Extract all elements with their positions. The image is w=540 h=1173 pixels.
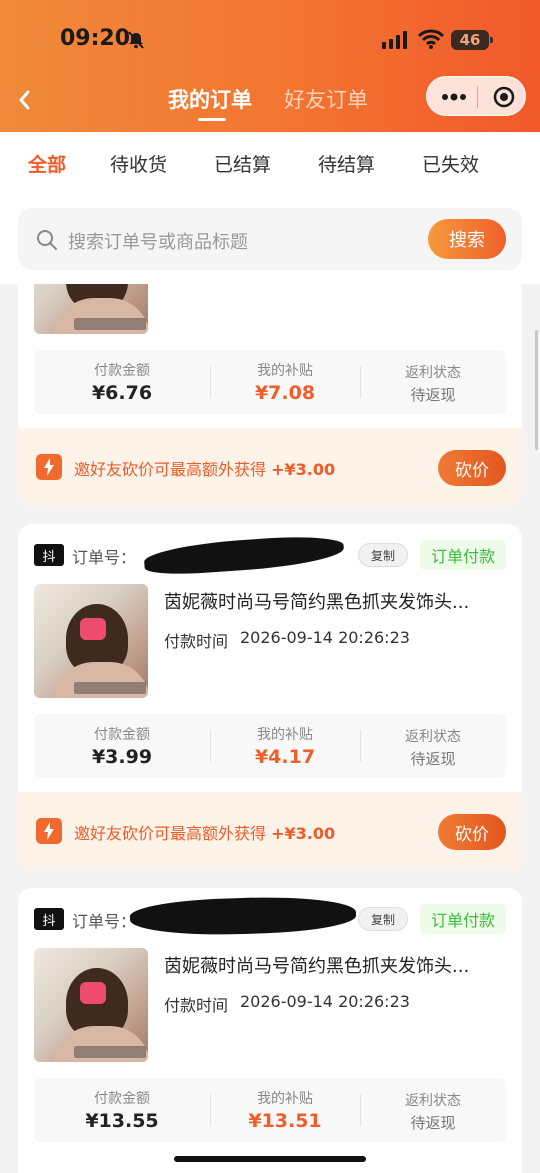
order-card: 抖 订单号： 复制 订单付款 茵妮薇时尚马号简约黑色抓夹发饰头... 付款时间 … — [18, 524, 522, 870]
order-card: 付款金额 ¥6.76 我的补贴 ¥7.08 返利状态 待返现 邀好友砍价可最高额… — [18, 284, 522, 506]
subsidy-label: 我的补贴 — [257, 1091, 313, 1107]
redacted-order-number — [129, 894, 357, 938]
pay-amount-value: ¥13.55 — [85, 1110, 159, 1132]
status-badge: 订单付款 — [420, 904, 506, 934]
order-number-label: 订单号： — [72, 548, 137, 567]
lightning-icon — [36, 818, 62, 844]
rebate-status-label: 返利状态 — [405, 365, 461, 381]
pay-amount-value: ¥3.99 — [91, 746, 153, 768]
subsidy-label: 我的补贴 — [257, 727, 313, 743]
filter-tab-pending-settlement[interactable]: 待结算 — [318, 150, 375, 177]
promo-banner: 邀好友砍价可最高额外获得 +¥3.00 砍价 — [18, 792, 522, 870]
pay-time-value: 2026-09-14 20:26:23 — [240, 628, 410, 647]
copy-button[interactable]: 复制 — [358, 543, 408, 567]
home-indicator[interactable] — [174, 1156, 366, 1162]
pay-amount-label: 付款金额 — [94, 727, 150, 743]
pay-time-label: 付款时间 — [164, 632, 229, 651]
search-bar: 搜索订单号或商品标题 搜索 — [18, 208, 522, 270]
wifi-icon — [418, 29, 444, 49]
subsidy-label: 我的补贴 — [257, 363, 313, 379]
filter-tab-all[interactable]: 全部 — [28, 150, 66, 177]
filter-tab-pending-receipt[interactable]: 待收货 — [110, 150, 167, 177]
bargain-button[interactable]: 砍价 — [438, 814, 506, 850]
promo-text: 邀好友砍价可最高额外获得 +¥3.00 — [74, 824, 336, 843]
promo-banner: 邀好友砍价可最高额外获得 +¥3.00 砍价 — [18, 428, 522, 506]
tab-my-orders[interactable]: 我的订单 — [168, 84, 252, 114]
product-image[interactable] — [34, 948, 148, 1062]
product-title[interactable]: 茵妮薇时尚马号简约黑色抓夹发饰头... — [164, 588, 494, 614]
status-badge: 订单付款 — [420, 540, 506, 570]
order-stats: 付款金额 ¥13.55 我的补贴 ¥13.51 返利状态 待返现 — [34, 1078, 506, 1142]
status-time: 09:20 — [60, 26, 131, 51]
mini-program-capsule — [426, 76, 526, 116]
order-header: 抖 订单号： 复制 订单付款 — [34, 894, 508, 938]
top-bar: 09:20 46 我的订单 好友订单 — [0, 0, 540, 132]
subsidy-value: ¥4.17 — [254, 746, 316, 768]
capsule-divider — [477, 86, 478, 108]
filter-tab-settled[interactable]: 已结算 — [214, 150, 271, 177]
pay-amount-label: 付款金额 — [94, 363, 150, 379]
tab-friend-orders[interactable]: 好友订单 — [284, 84, 368, 114]
redacted-order-number — [143, 533, 345, 577]
pay-amount-value: ¥6.76 — [91, 382, 153, 404]
subsidy-value: ¥7.08 — [254, 382, 316, 404]
order-stats: 付款金额 ¥6.76 我的补贴 ¥7.08 返利状态 待返现 — [34, 350, 506, 414]
subsidy-value: ¥13.51 — [248, 1110, 322, 1132]
active-tab-underline — [198, 118, 226, 121]
promo-text: 邀好友砍价可最高额外获得 +¥3.00 — [74, 460, 336, 479]
scrollbar[interactable] — [535, 330, 538, 450]
search-input[interactable]: 搜索订单号或商品标题 — [68, 228, 248, 254]
order-header: 抖 订单号： 复制 订单付款 — [34, 533, 508, 577]
order-stats: 付款金额 ¥3.99 我的补贴 ¥4.17 返利状态 待返现 — [34, 714, 506, 778]
order-card: 抖 订单号： 复制 订单付款 茵妮薇时尚马号简约黑色抓夹发饰头... 付款时间 … — [18, 888, 522, 1173]
rebate-status-label: 返利状态 — [405, 729, 461, 745]
douyin-platform-badge: 抖 — [34, 544, 64, 566]
order-number-label: 订单号： — [72, 912, 137, 931]
back-chevron-icon[interactable] — [16, 88, 34, 112]
close-target-icon[interactable] — [493, 86, 515, 108]
rebate-status-value: 待返现 — [410, 1114, 456, 1132]
more-dots-icon[interactable] — [441, 93, 467, 101]
filter-tab-expired[interactable]: 已失效 — [422, 150, 479, 177]
lightning-icon — [36, 454, 62, 480]
product-title[interactable]: 茵妮薇时尚马号简约黑色抓夹发饰头... — [164, 952, 494, 978]
cellular-signal-icon — [382, 31, 407, 49]
bell-muted-icon — [128, 31, 144, 49]
copy-button[interactable]: 复制 — [358, 907, 408, 931]
pay-amount-label: 付款金额 — [94, 1091, 150, 1107]
search-icon — [37, 230, 57, 250]
bargain-button[interactable]: 砍价 — [438, 450, 506, 486]
battery-indicator: 46 — [451, 30, 493, 50]
search-button[interactable]: 搜索 — [428, 219, 506, 259]
rebate-status-value: 待返现 — [410, 386, 456, 404]
pay-time-value: 2026-09-14 20:26:23 — [240, 992, 410, 1011]
rebate-status-label: 返利状态 — [405, 1093, 461, 1109]
product-image[interactable] — [34, 584, 148, 698]
pay-time-label: 付款时间 — [164, 996, 229, 1015]
rebate-status-value: 待返现 — [410, 750, 456, 768]
douyin-platform-badge: 抖 — [34, 908, 64, 930]
product-image[interactable] — [34, 284, 148, 334]
